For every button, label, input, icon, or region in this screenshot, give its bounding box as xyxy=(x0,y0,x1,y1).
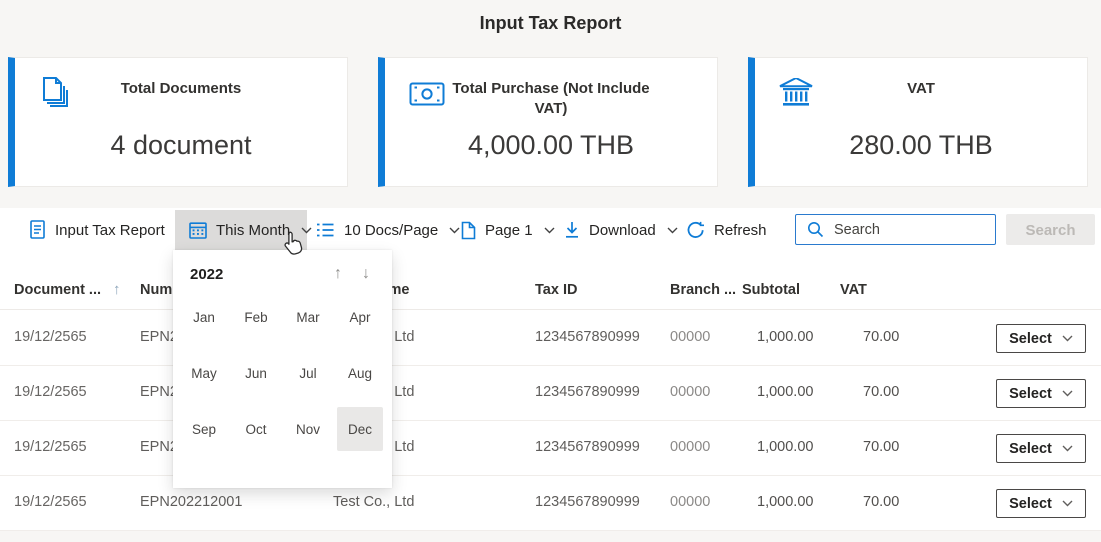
cell-subtotal: 1,000.00 xyxy=(757,439,814,455)
toolbar-label: Input Tax Report xyxy=(55,221,165,239)
page-title: Input Tax Report xyxy=(479,13,622,33)
month-cell-apr[interactable]: Apr xyxy=(337,295,383,339)
cell-vat: 70.00 xyxy=(863,439,900,455)
month-cell-jan[interactable]: Jan xyxy=(181,295,227,339)
column-header-document-date[interactable]: Document ... ↑ xyxy=(14,270,121,310)
month-cell-mar[interactable]: Mar xyxy=(285,295,331,339)
column-header-subtotal[interactable]: Subtotal xyxy=(742,270,800,310)
month-cell-oct[interactable]: Oct xyxy=(233,407,279,451)
cell-document-date: 19/12/2565 xyxy=(14,439,87,455)
month-cell-dec-selected[interactable]: Dec xyxy=(337,407,383,451)
table-header-row: Document ...↑ Number Name Tax ID Branch … xyxy=(0,270,1101,310)
month-cell-jul[interactable]: Jul xyxy=(285,351,331,395)
cell-branch: 00000 xyxy=(670,329,711,345)
vat-card: VAT 280.00 THB xyxy=(748,57,1088,187)
list-icon xyxy=(316,222,335,238)
card-label: VAT xyxy=(907,80,935,97)
chevron-down-icon xyxy=(449,227,460,234)
month-cell-may[interactable]: May xyxy=(181,351,227,395)
search-input[interactable] xyxy=(832,220,995,239)
cell-document-date: 19/12/2565 xyxy=(14,384,87,400)
report-document-icon xyxy=(30,220,46,240)
refresh-icon xyxy=(686,221,705,240)
card-value: 4,000.00 THB xyxy=(467,130,635,160)
toolbar-label: 10 Docs/Page xyxy=(344,221,439,239)
table-row: 19/12/2565 EPN202212001 Test Co., Ltd 12… xyxy=(0,366,1101,421)
month-picker-year: 2022 xyxy=(190,266,224,283)
select-button[interactable]: Select xyxy=(996,379,1086,408)
chevron-down-icon xyxy=(301,227,312,234)
card-value: 280.00 THB xyxy=(849,130,993,160)
docs-per-page-button[interactable]: 10 Docs/Page xyxy=(316,210,460,250)
cell-branch: 00000 xyxy=(670,384,711,400)
cell-tax-id: 1234567890999 xyxy=(535,329,640,345)
column-header-vat[interactable]: VAT xyxy=(840,270,867,310)
chevron-down-icon xyxy=(667,227,678,234)
card-value: 4 document xyxy=(110,130,252,160)
table-row: 19/12/2565 EPN202212001 Test Co., Ltd 12… xyxy=(0,421,1101,476)
total-documents-card: Total Documents 4 document xyxy=(8,57,348,187)
table-row: 19/12/2565 EPN202212001 Test Co., Ltd 12… xyxy=(0,311,1101,366)
cell-vat: 70.00 xyxy=(863,384,900,400)
select-button[interactable]: Select xyxy=(996,324,1086,353)
month-cell-feb[interactable]: Feb xyxy=(233,295,279,339)
chevron-down-icon xyxy=(1062,500,1073,507)
toolbar-label: This Month xyxy=(216,221,291,239)
cell-document-date: 19/12/2565 xyxy=(14,494,87,510)
cell-branch: 00000 xyxy=(670,494,711,510)
chevron-down-icon xyxy=(1062,445,1073,452)
table-row: 19/12/2565 EPN202212001 Test Co., Ltd 12… xyxy=(0,476,1101,531)
column-header-tax-id[interactable]: Tax ID xyxy=(535,270,577,310)
cell-tax-id: 1234567890999 xyxy=(535,384,640,400)
page-selector-button[interactable]: Page 1 xyxy=(461,210,555,250)
page-icon xyxy=(461,221,476,240)
chevron-down-icon xyxy=(1062,390,1073,397)
chevron-down-icon xyxy=(544,227,555,234)
download-icon xyxy=(564,221,580,239)
month-filter-button[interactable]: This Month xyxy=(175,210,312,250)
chevron-down-icon xyxy=(1062,335,1073,342)
input-tax-report-screen: Input Tax Report Total Documents 4 docum… xyxy=(0,0,1101,542)
sort-ascending-icon: ↑ xyxy=(113,281,121,298)
select-button[interactable]: Select xyxy=(996,489,1086,518)
cell-subtotal: 1,000.00 xyxy=(757,494,814,510)
cell-vat: 70.00 xyxy=(863,494,900,510)
month-cell-nov[interactable]: Nov xyxy=(285,407,331,451)
month-cell-jun[interactable]: Jun xyxy=(233,351,279,395)
cell-tax-id: 1234567890999 xyxy=(535,494,640,510)
month-cell-sep[interactable]: Sep xyxy=(181,407,227,451)
toolbar-label: Page 1 xyxy=(485,221,533,239)
cell-tax-id: 1234567890999 xyxy=(535,439,640,455)
toolbar-label: Refresh xyxy=(714,221,767,239)
toolbar-label: Download xyxy=(589,221,656,239)
card-label: Total Purchase (Not Include VAT) xyxy=(452,80,650,117)
month-cell-aug[interactable]: Aug xyxy=(337,351,383,395)
calendar-icon xyxy=(189,221,207,239)
next-year-arrow-icon[interactable]: ↓ xyxy=(354,262,378,286)
previous-year-arrow-icon[interactable]: ↑ xyxy=(326,262,350,286)
toolbar-item-input-tax-report[interactable]: Input Tax Report xyxy=(30,210,165,250)
cell-subtotal: 1,000.00 xyxy=(757,384,814,400)
select-button[interactable]: Select xyxy=(996,434,1086,463)
month-picker-dropdown: 2022 ↑ ↓ Jan Feb Mar Apr May Jun Jul Aug… xyxy=(173,250,392,488)
cell-vat: 70.00 xyxy=(863,329,900,345)
search-box xyxy=(795,214,996,245)
search-icon xyxy=(807,221,824,238)
search-button[interactable]: Search xyxy=(1006,214,1095,245)
refresh-button[interactable]: Refresh xyxy=(686,210,767,250)
cell-subtotal: 1,000.00 xyxy=(757,329,814,345)
cell-document-date: 19/12/2565 xyxy=(14,329,87,345)
total-purchase-card: Total Purchase (Not Include VAT) 4,000.0… xyxy=(378,57,718,187)
card-label: Total Documents xyxy=(120,80,242,97)
cell-branch: 00000 xyxy=(670,439,711,455)
column-header-branch[interactable]: Branch ... xyxy=(670,270,736,310)
download-button[interactable]: Download xyxy=(564,210,678,250)
